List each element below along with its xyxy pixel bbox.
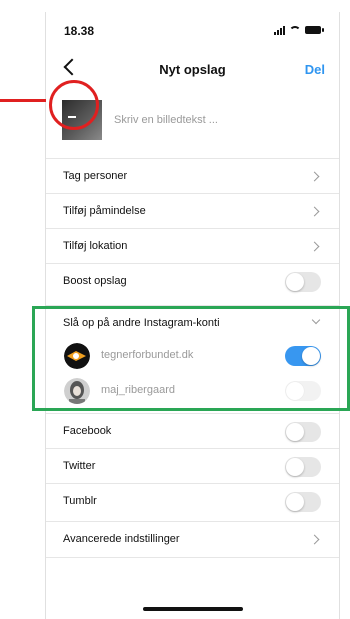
tumblr-label: Tumblr [63,495,97,507]
boost-post-toggle[interactable] [285,272,321,292]
signal-icon [274,25,285,35]
twitter-row: Twitter [46,448,339,484]
facebook-label: Facebook [63,425,112,437]
tag-people-label: Tag personer [63,170,128,182]
advanced-settings-row[interactable]: Avancerede indstillinger [46,521,339,558]
nav-bar: Nyt opslag Del [46,54,339,84]
wifi-icon [289,25,301,35]
battery-icon [305,26,324,34]
add-reminder-label: Tilføj påmindelse [63,205,146,217]
tumblr-toggle[interactable] [285,492,321,512]
caption-input[interactable]: Skriv en billedtekst ... [114,114,218,126]
chevron-right-icon [309,206,320,217]
twitter-toggle[interactable] [285,457,321,477]
status-icons [274,25,324,35]
chevron-right-icon [309,171,320,182]
share-button[interactable]: Del [305,62,325,77]
chevron-right-icon [309,534,320,545]
facebook-row: Facebook [46,413,339,449]
status-bar: 18.38 [64,24,324,42]
tumblr-row: Tumblr [46,483,339,519]
annotation-arrow-line [0,99,46,102]
add-location-row[interactable]: Tilføj lokation [46,228,339,264]
page-title: Nyt opslag [159,62,226,77]
add-reminder-row[interactable]: Tilføj påmindelse [46,193,339,229]
add-location-label: Tilføj lokation [63,240,128,252]
tag-people-row[interactable]: Tag personer [46,158,339,194]
annotation-box [32,306,350,411]
status-time: 18.38 [64,24,95,38]
twitter-label: Twitter [63,460,96,472]
facebook-toggle[interactable] [285,422,321,442]
boost-post-row: Boost opslag [46,263,339,299]
advanced-settings-label: Avancerede indstillinger [63,533,180,545]
boost-post-label: Boost opslag [63,275,127,287]
home-indicator [143,607,243,611]
annotation-circle [49,80,99,130]
chevron-right-icon [309,241,320,252]
